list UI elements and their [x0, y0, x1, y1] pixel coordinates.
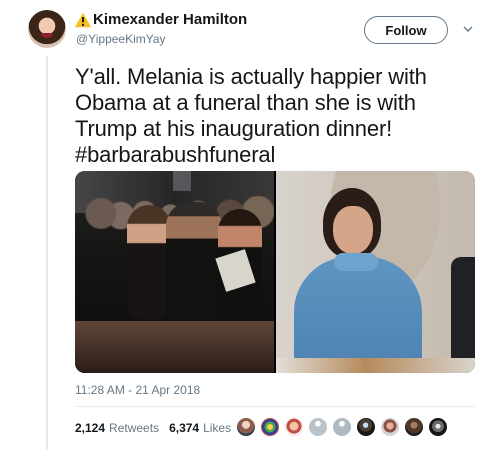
follow-button[interactable]: Follow	[364, 16, 448, 44]
photo-face	[333, 206, 373, 254]
liker-avatar-icon[interactable]	[308, 417, 328, 437]
tweet-media[interactable]	[75, 171, 475, 373]
photo-table	[276, 358, 475, 373]
liker-avatar-icon[interactable]	[260, 417, 280, 437]
like-count[interactable]: 6,374	[169, 421, 199, 435]
photo-man-edge	[451, 257, 475, 373]
liker-avatar-icon[interactable]	[428, 417, 448, 437]
liker-avatar-icon[interactable]	[380, 417, 400, 437]
chevron-down-icon[interactable]	[463, 25, 473, 33]
tweet-timestamp[interactable]: 11:28 AM - 21 Apr 2018	[75, 383, 200, 397]
photo-pew	[75, 321, 274, 373]
photo-woman-left	[127, 205, 171, 319]
liked-by-avatars[interactable]	[236, 417, 452, 437]
author-handle[interactable]: @YippeeKimYay	[76, 32, 166, 46]
tweet-text: Y'all. Melania is actually happier with …	[75, 64, 427, 167]
liker-avatar-icon[interactable]	[332, 417, 352, 437]
liker-avatar-icon[interactable]	[236, 417, 256, 437]
liker-avatar-icon[interactable]	[404, 417, 424, 437]
photo-blue-dress	[294, 257, 422, 373]
stats-divider	[75, 406, 475, 407]
author-avatar[interactable]	[28, 10, 66, 48]
thread-line	[46, 56, 48, 449]
retweet-count[interactable]: 2,124	[75, 421, 105, 435]
warning-icon	[74, 12, 92, 28]
author-display-name[interactable]: Kimexander Hamilton	[93, 11, 247, 29]
photo-man-center	[166, 202, 222, 326]
tweet-stats: 2,124 Retweets 6,374 Likes	[75, 421, 231, 435]
likes-label[interactable]: Likes	[203, 421, 231, 435]
photo-collar	[334, 253, 378, 271]
liker-avatar-icon[interactable]	[284, 417, 304, 437]
photo-window-shape	[173, 171, 191, 191]
author-name-row[interactable]: Kimexander Hamilton	[74, 11, 247, 29]
dinner-photo[interactable]	[276, 171, 475, 373]
liker-avatar-icon[interactable]	[356, 417, 376, 437]
retweets-label[interactable]: Retweets	[109, 421, 159, 435]
funeral-photo[interactable]	[75, 171, 274, 373]
